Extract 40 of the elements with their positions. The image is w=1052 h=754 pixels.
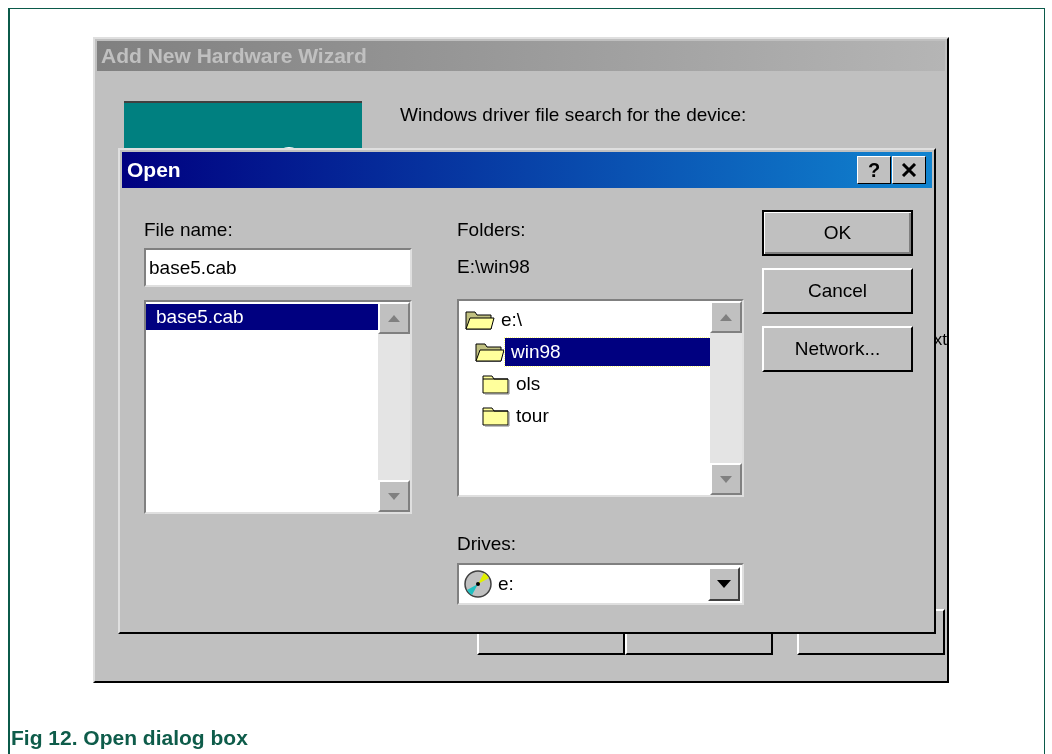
folder-tree[interactable]: e:\ win98 ols tour <box>457 299 744 497</box>
drive-value: e: <box>498 571 514 596</box>
folder-icon <box>482 373 510 395</box>
folder-item[interactable]: tour <box>510 402 553 430</box>
folder-icon <box>482 405 510 427</box>
dialog-button[interactable]: Cancel <box>762 268 913 314</box>
folder-item[interactable]: e:\ <box>495 306 527 334</box>
open-folder-icon <box>465 309 495 331</box>
file-name-field[interactable]: base5.cab <box>144 248 412 287</box>
dialog-button[interactable]: OK <box>762 210 913 256</box>
field-label: Folders: <box>457 218 527 242</box>
drives-dropdown[interactable]: e: <box>457 563 744 605</box>
figure-caption: Fig 12. Open dialog box <box>11 725 248 751</box>
help-button[interactable]: ? <box>857 156 891 184</box>
dropdown-button[interactable] <box>708 567 740 601</box>
file-item[interactable]: base5.cab <box>146 304 378 330</box>
up-arrow-icon <box>720 313 732 321</box>
scroll-up-button[interactable] <box>710 301 742 333</box>
prompt-text: Windows driver file search for the device: <box>400 103 747 127</box>
scroll-down-button[interactable] <box>710 463 742 495</box>
folder-item[interactable]: ols <box>510 370 545 398</box>
folder-item[interactable]: win98 <box>505 338 710 366</box>
scroll-up-button[interactable] <box>378 302 410 334</box>
close-button[interactable] <box>892 156 926 184</box>
folder-path: E:\win98 <box>457 255 531 279</box>
window-title: Open <box>127 157 181 184</box>
file-list[interactable]: base5.cab <box>144 300 412 514</box>
up-arrow-icon <box>388 314 400 322</box>
close-icon <box>901 163 917 177</box>
down-arrow-icon <box>388 492 400 500</box>
scroll-down-button[interactable] <box>378 480 410 512</box>
dialog-button[interactable]: Network... <box>762 326 913 372</box>
scrollbar[interactable] <box>710 301 742 495</box>
open-folder-icon <box>475 341 505 363</box>
cd-icon <box>464 570 492 598</box>
field-label: Drives: <box>457 532 518 556</box>
dropdown-arrow-icon <box>717 580 731 588</box>
down-arrow-icon <box>720 475 732 483</box>
scrollbar[interactable] <box>378 302 410 512</box>
field-label: File name: <box>144 218 234 242</box>
